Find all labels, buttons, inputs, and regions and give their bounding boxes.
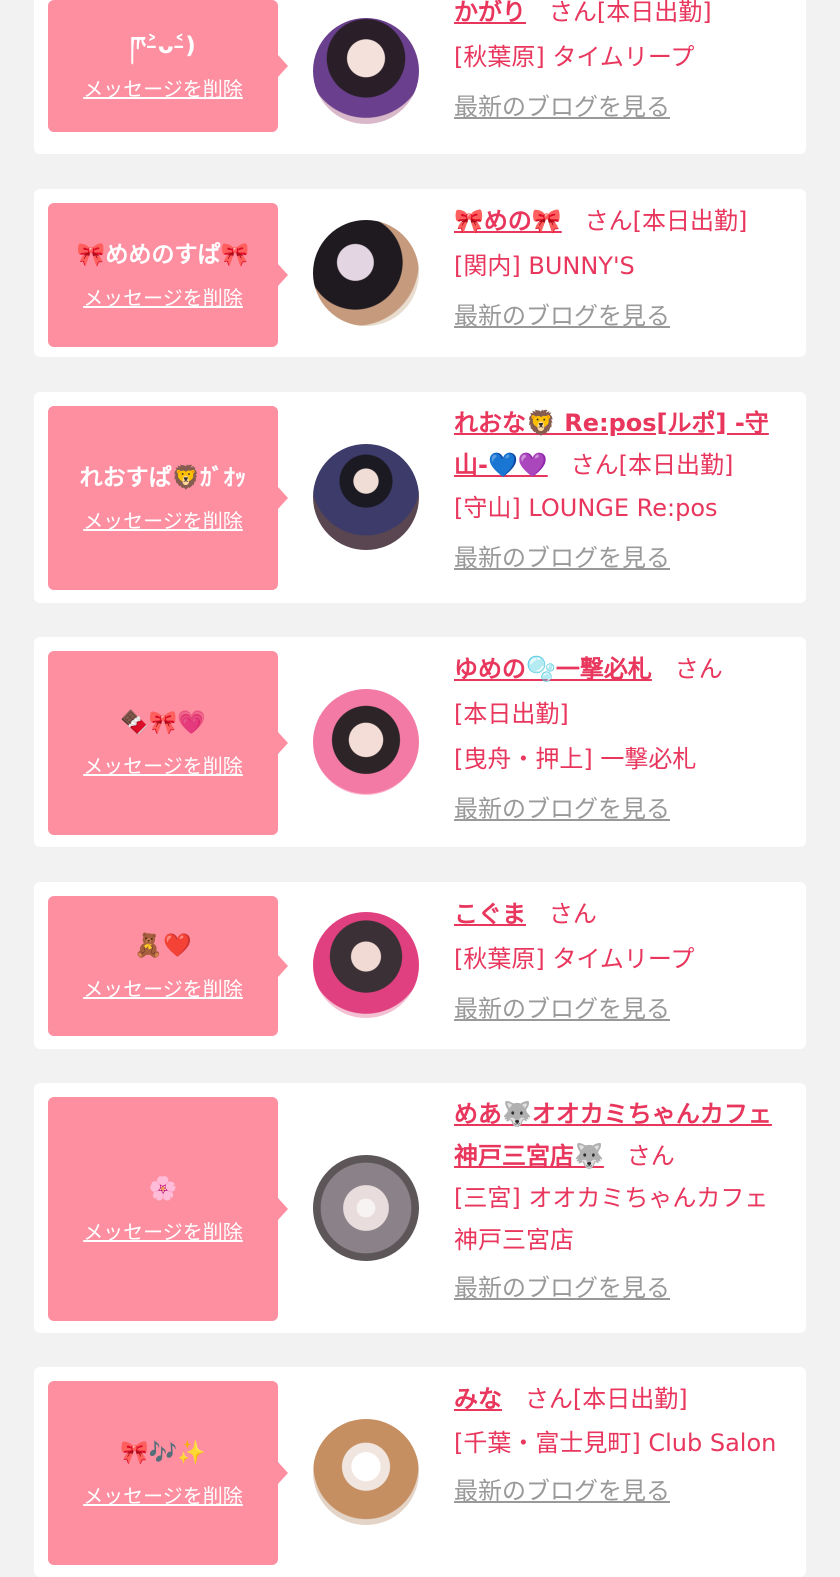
delete-message-button[interactable]: メッセージを削除 <box>83 976 243 1002</box>
avatar[interactable] <box>313 912 419 1018</box>
cast-name-link[interactable]: 🎀めの🎀 <box>454 207 562 235</box>
cast-name-link[interactable]: みな <box>454 1385 502 1413</box>
cast-status: さん[本日出勤] <box>570 451 734 479</box>
message-text: れおすぱ🦁ｶﾞｵｯ <box>79 465 247 491</box>
cast-name-link[interactable]: ゆめの🫧一撃必札 <box>454 655 652 683</box>
shop-name: [関内] BUNNY'S <box>454 252 635 280</box>
shop-name: [千葉・富士見町] Club Salon <box>454 1429 777 1457</box>
blog-link[interactable]: 最新のブログを見る <box>454 301 670 331</box>
avatar[interactable] <box>313 220 419 326</box>
delete-message-button[interactable]: メッセージを削除 <box>83 285 243 311</box>
avatar[interactable] <box>313 1155 419 1261</box>
cast-name-link[interactable]: こぐま <box>454 900 526 928</box>
cast-status: さん[本日出勤] <box>584 207 748 235</box>
blog-link[interactable]: 最新のブログを見る <box>454 1273 670 1303</box>
cast-status: さん[本日出勤] <box>548 0 712 26</box>
message-text: 🍫🎀💗 <box>120 710 206 736</box>
message-bubble: 🍫🎀💗 メッセージを削除 <box>48 651 288 835</box>
blog-link[interactable]: 最新のブログを見る <box>454 1476 670 1506</box>
message-text: 🎀めめのすぱ🎀 <box>76 242 250 268</box>
message-bubble: ཫ˃̵ᴗ˂̵) メッセージを削除 <box>48 0 288 132</box>
blog-link[interactable]: 最新のブログを見る <box>454 92 670 122</box>
message-card: 🧸❤️ メッセージを削除 こぐま さん [秋葉原] タイムリープ 最新のブログを… <box>34 882 806 1049</box>
message-bubble: 🎀🎶✨ メッセージを削除 <box>48 1381 288 1565</box>
cast-status: さん <box>548 900 597 928</box>
message-card: 🎀めめのすぱ🎀 メッセージを削除 🎀めの🎀 さん[本日出勤] [関内] BUNN… <box>34 189 806 357</box>
cast-status: さん <box>626 1142 675 1170</box>
message-text: 🧸❤️ <box>134 933 192 959</box>
message-card: 🎀🎶✨ メッセージを削除 みな さん[本日出勤] [千葉・富士見町] Club … <box>34 1367 806 1577</box>
message-bubble: れおすぱ🦁ｶﾞｵｯ メッセージを削除 <box>48 406 288 590</box>
delete-message-button[interactable]: メッセージを削除 <box>83 753 243 779</box>
delete-message-button[interactable]: メッセージを削除 <box>83 508 243 534</box>
blog-link[interactable]: 最新のブログを見る <box>454 794 670 824</box>
cast-name-link[interactable]: かがり <box>454 0 526 26</box>
delete-message-button[interactable]: メッセージを削除 <box>83 76 243 102</box>
blog-link[interactable]: 最新のブログを見る <box>454 994 670 1024</box>
message-card: 🍫🎀💗 メッセージを削除 ゆめの🫧一撃必札 さん [本日出勤] [曳舟・押上] … <box>34 637 806 847</box>
shop-name: [守山] LOUNGE Re:pos <box>454 494 718 522</box>
blog-link[interactable]: 最新のブログを見る <box>454 543 670 573</box>
delete-message-button[interactable]: メッセージを削除 <box>83 1483 243 1509</box>
card-info: かがり さん[本日出勤] [秋葉原] タイムリープ 最新のブログを見る <box>454 0 790 122</box>
avatar[interactable] <box>313 689 419 795</box>
message-card: 🌸 メッセージを削除 めあ🐺オオカミちゃんカフェ神戸三宮店🐺 さん [三宮] オ… <box>34 1083 806 1333</box>
message-text: 🎀🎶✨ <box>120 1440 206 1466</box>
avatar[interactable] <box>313 444 419 550</box>
delete-message-button[interactable]: メッセージを削除 <box>83 1219 243 1245</box>
card-info: ゆめの🫧一撃必札 さん [本日出勤] [曳舟・押上] 一撃必札 最新のブログを見… <box>454 647 790 824</box>
shop-name: [秋葉原] タイムリープ <box>454 43 695 71</box>
card-info: 🎀めの🎀 さん[本日出勤] [関内] BUNNY'S 最新のブログを見る <box>454 199 790 331</box>
message-card: ཫ˃̵ᴗ˂̵) メッセージを削除 かがり さん[本日出勤] [秋葉原] タイムリ… <box>34 0 806 154</box>
avatar[interactable] <box>313 18 419 124</box>
message-text: 🌸 <box>148 1176 178 1202</box>
message-bubble: 🌸 メッセージを削除 <box>48 1097 288 1321</box>
cast-status: さん <box>674 655 723 683</box>
cast-status: さん[本日出勤] <box>524 1385 688 1413</box>
shop-name: [三宮] オオカミちゃんカフェ神戸三宮店 <box>454 1184 769 1254</box>
avatar[interactable] <box>313 1419 419 1525</box>
cast-name-link[interactable]: めあ🐺オオカミちゃんカフェ神戸三宮店🐺 <box>454 1100 772 1170</box>
shop-name: [秋葉原] タイムリープ <box>454 945 695 973</box>
cast-status-line: [本日出勤] <box>454 700 569 728</box>
card-info: れおな🦁 Re:pos[ルポ] -守山-💙💜 さん[本日出勤] [守山] LOU… <box>454 402 790 573</box>
message-text: ཫ˃̵ᴗ˂̵) <box>130 33 196 59</box>
message-bubble: 🎀めめのすぱ🎀 メッセージを削除 <box>48 203 288 347</box>
card-info: めあ🐺オオカミちゃんカフェ神戸三宮店🐺 さん [三宮] オオカミちゃんカフェ神戸… <box>454 1093 790 1303</box>
shop-name: [曳舟・押上] 一撃必札 <box>454 745 697 773</box>
message-bubble: 🧸❤️ メッセージを削除 <box>48 896 288 1036</box>
message-card: れおすぱ🦁ｶﾞｵｯ メッセージを削除 れおな🦁 Re:pos[ルポ] -守山-💙… <box>34 392 806 603</box>
card-info: こぐま さん [秋葉原] タイムリープ 最新のブログを見る <box>454 892 790 1024</box>
card-info: みな さん[本日出勤] [千葉・富士見町] Club Salon 最新のブログを… <box>454 1377 790 1506</box>
